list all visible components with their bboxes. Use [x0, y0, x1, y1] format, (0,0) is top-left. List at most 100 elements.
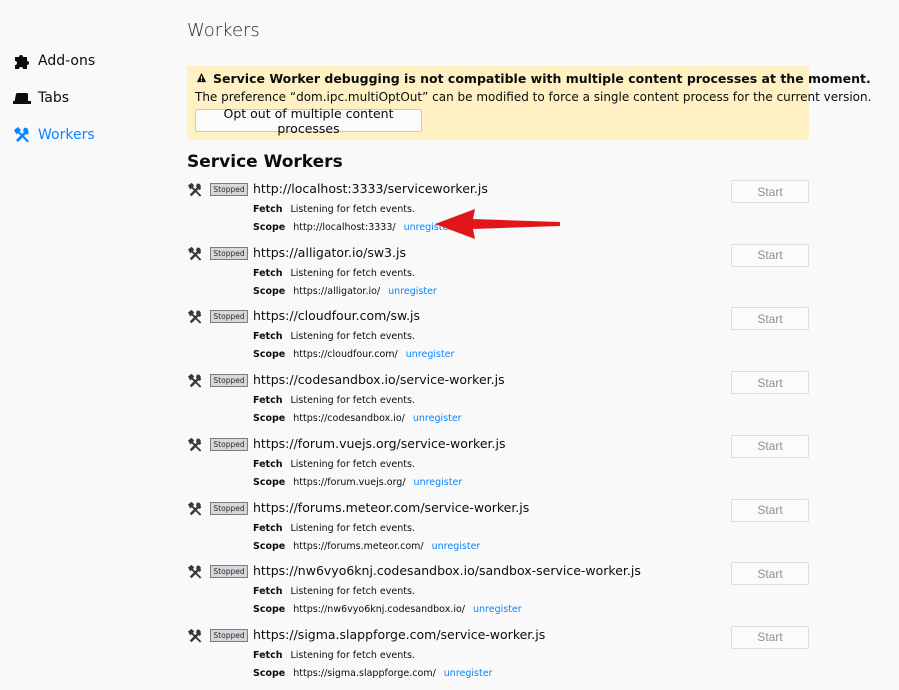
scope-label: Scope	[253, 667, 286, 679]
fetch-label: Fetch	[253, 586, 283, 598]
worker-url: https://codesandbox.io/service-worker.js	[253, 372, 505, 388]
opt-out-button[interactable]: Opt out of multiple content processes	[195, 106, 422, 136]
worker-entry: Stopped https://cloudfour.com/sw.js Fetc…	[187, 307, 809, 371]
start-button[interactable]: Start	[731, 625, 809, 649]
scope-row: Scope https://nw6vyo6knj.codesandbox.io/…	[253, 604, 522, 615]
start-button[interactable]: Start	[731, 562, 809, 586]
scope-row: Scope https://forum.vuejs.org/ unregiste…	[253, 477, 462, 488]
sidebar-item-workers[interactable]: Workers	[12, 122, 95, 148]
fetch-text: Listening for fetch events.	[290, 458, 415, 470]
fetch-label: Fetch	[253, 522, 283, 534]
fetch-row: Fetch Listening for fetch events.	[253, 650, 415, 661]
start-button[interactable]: Start	[731, 243, 809, 267]
scope-label: Scope	[253, 285, 286, 297]
warning-icon	[196, 72, 207, 86]
worker-url: https://forum.vuejs.org/service-worker.j…	[253, 435, 506, 451]
sidebar-item-label: Workers	[38, 127, 95, 143]
scope-row: Scope https://forums.meteor.com/ unregis…	[253, 541, 480, 552]
scope-value: https://sigma.slappforge.com/	[293, 667, 436, 679]
worker-url: https://sigma.slappforge.com/service-wor…	[253, 626, 546, 642]
worker-entry: Stopped https://codesandbox.io/service-w…	[187, 371, 809, 435]
worker-url: https://alligator.io/sw3.js	[253, 244, 406, 260]
sidebar-item-label: Add-ons	[38, 53, 96, 69]
sidebar-item-tabs[interactable]: Tabs	[12, 85, 69, 111]
scope-label: Scope	[253, 540, 286, 552]
unregister-link[interactable]: unregister	[473, 604, 522, 615]
start-button[interactable]: Start	[731, 371, 809, 395]
warning-title: Service Worker debugging is not compatib…	[213, 71, 871, 86]
scope-value: https://alligator.io/	[293, 285, 381, 297]
scope-label: Scope	[253, 476, 286, 488]
fetch-text: Listening for fetch events.	[290, 649, 415, 661]
scope-label: Scope	[253, 604, 286, 616]
worker-tools-icon	[187, 501, 205, 517]
start-button[interactable]: Start	[731, 307, 809, 331]
tab-icon	[12, 88, 32, 108]
sidebar-item-label: Tabs	[38, 90, 69, 106]
unregister-link[interactable]: unregister	[413, 413, 462, 424]
fetch-text: Listening for fetch events.	[290, 331, 415, 343]
scope-row: Scope https://codesandbox.io/ unregister	[253, 413, 462, 424]
status-badge: Stopped	[210, 565, 248, 579]
section-title: Service Workers	[187, 152, 343, 172]
worker-tools-icon	[187, 437, 205, 453]
start-button[interactable]: Start	[731, 434, 809, 458]
worker-tools-icon	[187, 246, 205, 262]
fetch-text: Listening for fetch events.	[290, 522, 415, 534]
fetch-label: Fetch	[253, 331, 283, 343]
unregister-link[interactable]: unregister	[414, 477, 463, 488]
workers-tools-icon	[12, 125, 32, 145]
warning-body: The preference “dom.ipc.multiOptOut” can…	[195, 90, 872, 104]
fetch-text: Listening for fetch events.	[290, 204, 415, 215]
worker-tools-icon	[187, 564, 205, 580]
fetch-label: Fetch	[253, 204, 283, 215]
page-title: Workers	[187, 20, 260, 41]
unregister-link[interactable]: unregister	[444, 668, 493, 679]
unregister-link[interactable]: unregister	[388, 286, 437, 297]
scope-value: https://forums.meteor.com/	[293, 540, 424, 552]
fetch-row: Fetch Listening for fetch events.	[253, 331, 415, 342]
worker-tools-icon	[187, 182, 205, 198]
status-badge: Stopped	[210, 246, 248, 260]
scope-row: Scope http://localhost:3333/ unregister	[253, 222, 452, 233]
scope-value: https://codesandbox.io/	[293, 413, 405, 425]
unregister-link[interactable]: unregister	[406, 349, 455, 360]
worker-url: https://forums.meteor.com/service-worker…	[253, 499, 530, 515]
worker-entry: Stopped https://nw6vyo6knj.codesandbox.i…	[187, 562, 809, 626]
fetch-text: Listening for fetch events.	[290, 267, 415, 279]
fetch-row: Fetch Listening for fetch events.	[253, 459, 415, 470]
worker-url: https://cloudfour.com/sw.js	[253, 308, 421, 324]
fetch-label: Fetch	[253, 395, 283, 407]
fetch-row: Fetch Listening for fetch events.	[253, 523, 415, 534]
scope-value: http://localhost:3333/	[293, 222, 396, 233]
start-button[interactable]: Start	[731, 498, 809, 522]
worker-entry: Stopped https://forum.vuejs.org/service-…	[187, 434, 809, 499]
scope-row: Scope https://sigma.slappforge.com/ unre…	[253, 668, 492, 679]
worker-tools-icon	[187, 309, 205, 325]
worker-entry: Stopped https://forums.meteor.com/servic…	[187, 498, 809, 563]
status-badge: Stopped	[210, 183, 248, 196]
sidebar: Add-ons Tabs Workers	[0, 0, 170, 679]
warning-banner: Service Worker debugging is not compatib…	[187, 66, 871, 140]
status-badge: Stopped	[210, 374, 248, 388]
fetch-row: Fetch Listening for fetch events.	[253, 204, 415, 215]
unregister-link[interactable]: unregister	[432, 541, 481, 552]
start-button[interactable]: Start	[731, 180, 809, 203]
fetch-row: Fetch Listening for fetch events.	[253, 395, 415, 406]
scope-label: Scope	[253, 349, 286, 361]
fetch-label: Fetch	[253, 458, 283, 470]
status-badge: Stopped	[210, 501, 248, 515]
scope-row: Scope https://alligator.io/ unregister	[253, 286, 437, 297]
worker-entry: Stopped https://alligator.io/sw3.js Fetc…	[187, 243, 809, 308]
sidebar-item-addons[interactable]: Add-ons	[12, 48, 95, 74]
scope-label: Scope	[253, 413, 286, 425]
red-arrow-icon	[435, 209, 560, 239]
worker-url: http://localhost:3333/serviceworker.js	[253, 181, 488, 196]
scope-value: https://cloudfour.com/	[293, 349, 398, 361]
status-badge: Stopped	[210, 437, 248, 451]
status-badge: Stopped	[210, 310, 248, 324]
scope-label: Scope	[253, 222, 286, 233]
puzzle-icon	[12, 51, 32, 71]
worker-tools-icon	[187, 628, 205, 644]
fetch-row: Fetch Listening for fetch events.	[253, 586, 415, 597]
